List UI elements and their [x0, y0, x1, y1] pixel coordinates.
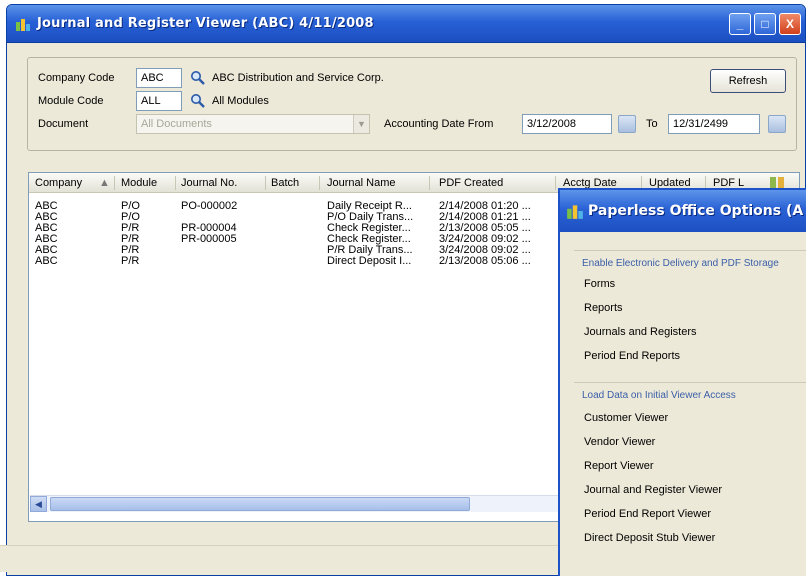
maximize-button[interactable]: □ [754, 13, 776, 35]
column-journal-no[interactable]: Journal No. [181, 177, 237, 189]
module-lookup-icon[interactable] [190, 93, 206, 109]
filter-panel: Company Code ABC ABC Distribution and Se… [27, 57, 797, 151]
calendar-icon[interactable] [618, 115, 636, 133]
column-journal-name[interactable]: Journal Name [327, 177, 395, 189]
date-from-field[interactable]: 3/12/2008 [522, 114, 612, 134]
horizontal-scrollbar[interactable]: ◀ [30, 495, 560, 512]
option-journals-and-registers[interactable]: Journals and Registers [584, 326, 697, 338]
option-period-end-report-viewer[interactable]: Period End Report Viewer [584, 508, 711, 520]
cell-pdf-created: 2/13/2008 05:06 ... [439, 255, 531, 267]
cell-journal-name: Direct Deposit I... [327, 255, 412, 267]
title-bar[interactable]: Journal and Register Viewer (ABC) 4/11/2… [7, 5, 805, 43]
group-electronic-delivery-title: Enable Electronic Delivery and PDF Stora… [582, 258, 779, 269]
cell-journal-no: PO-000002 [181, 200, 238, 212]
option-direct-deposit-stub-viewer[interactable]: Direct Deposit Stub Viewer [584, 532, 715, 544]
document-dropdown[interactable]: All Documents ▼ [136, 114, 370, 134]
date-to-field[interactable]: 12/31/2499 [668, 114, 760, 134]
app-icon [16, 18, 30, 31]
cell-journal-no: PR-000005 [181, 233, 237, 245]
window-title: Journal and Register Viewer (ABC) 4/11/2… [37, 16, 374, 31]
company-description: ABC Distribution and Service Corp. [212, 72, 384, 84]
option-journal-and-register-viewer[interactable]: Journal and Register Viewer [584, 484, 722, 496]
calendar-icon[interactable] [768, 115, 786, 133]
module-code-label: Module Code [38, 95, 104, 107]
column-pdf-created[interactable]: PDF Created [439, 177, 503, 189]
option-report-viewer[interactable]: Report Viewer [584, 460, 654, 472]
app-icon [567, 205, 583, 219]
document-label: Document [38, 118, 89, 130]
group-divider [574, 382, 806, 383]
option-forms[interactable]: Forms [584, 278, 615, 290]
group-load-data-title: Load Data on Initial Viewer Access [582, 390, 736, 401]
column-company[interactable]: Company [35, 177, 82, 189]
option-vendor-viewer[interactable]: Vendor Viewer [584, 436, 655, 448]
close-button[interactable]: X [779, 13, 801, 35]
column-batch[interactable]: Batch [271, 177, 299, 189]
paperless-office-options-window: Paperless Office Options (A Enable Elect… [558, 188, 806, 576]
option-period-end-reports[interactable]: Period End Reports [584, 350, 680, 362]
company-code-label: Company Code [38, 72, 115, 84]
dialog-title-bar[interactable]: Paperless Office Options (A [560, 190, 806, 232]
cell-company: ABC [35, 255, 58, 267]
option-customer-viewer[interactable]: Customer Viewer [584, 412, 668, 424]
cell-module: P/R [121, 255, 140, 267]
group-divider [574, 250, 806, 251]
module-code-field[interactable]: ALL [136, 91, 182, 111]
refresh-button[interactable]: Refresh [710, 69, 786, 93]
company-lookup-icon[interactable] [190, 70, 206, 86]
sort-indicator-icon: ▲ [99, 177, 110, 189]
module-description: All Modules [212, 95, 269, 107]
option-reports[interactable]: Reports [584, 302, 623, 314]
scroll-left-icon[interactable]: ◀ [30, 496, 47, 512]
chevron-down-icon: ▼ [353, 115, 369, 133]
scroll-thumb[interactable] [50, 497, 470, 511]
date-from-label: Accounting Date From [384, 118, 494, 130]
date-to-label: To [646, 118, 658, 130]
company-code-field[interactable]: ABC [136, 68, 182, 88]
document-value: All Documents [141, 118, 212, 130]
dialog-title: Paperless Office Options (A [588, 203, 804, 219]
column-module[interactable]: Module [121, 177, 157, 189]
minimize-button[interactable]: _ [729, 13, 751, 35]
